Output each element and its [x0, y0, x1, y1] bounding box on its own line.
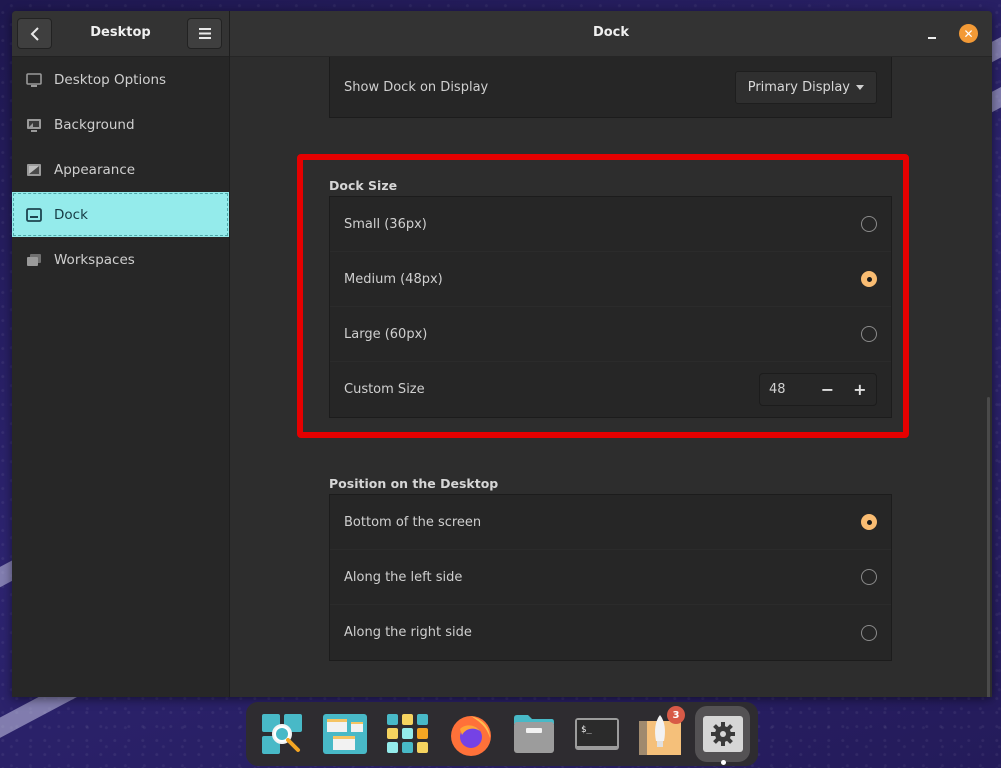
- sidebar-item-appearance[interactable]: Appearance: [12, 147, 229, 192]
- increment-button[interactable]: +: [844, 380, 876, 399]
- caret-down-icon: [856, 84, 864, 90]
- position-left-row[interactable]: Along the left side: [330, 550, 891, 605]
- settings-gear-icon: [702, 716, 743, 752]
- custom-size-row: Custom Size 48 − +: [330, 362, 891, 417]
- header-bar: Dock ✕: [230, 11, 992, 57]
- decrement-button[interactable]: −: [811, 380, 843, 399]
- position-bottom-radio[interactable]: [861, 514, 877, 530]
- display-row: Show Dock on Display Primary Display: [330, 57, 891, 117]
- settings-content: Show Dock on Display Primary Display Doc…: [230, 57, 992, 697]
- menu-button[interactable]: [187, 18, 222, 49]
- position-card: Bottom of the screen Along the left side…: [329, 494, 892, 661]
- position-left-radio[interactable]: [861, 569, 877, 585]
- option-label: Along the left side: [344, 569, 463, 585]
- sidebar-item-background[interactable]: Background: [12, 102, 229, 147]
- position-bottom-row[interactable]: Bottom of the screen: [330, 495, 891, 550]
- dock-app-search[interactable]: [254, 706, 309, 762]
- dock-app-settings[interactable]: [695, 706, 750, 765]
- sidebar-item-label: Dock: [54, 206, 88, 223]
- terminal-icon: $_: [574, 718, 619, 750]
- sidebar-item-label: Workspaces: [54, 251, 135, 268]
- workspaces-overview-icon: [322, 714, 367, 754]
- option-label: Along the right side: [344, 625, 472, 640]
- close-button[interactable]: ✕: [959, 24, 978, 43]
- custom-size-stepper: 48 − +: [759, 373, 877, 406]
- display-label: Show Dock on Display: [344, 79, 489, 95]
- option-label: Bottom of the screen: [344, 514, 482, 530]
- sidebar-item-label: Background: [54, 116, 135, 133]
- dock-size-medium-row[interactable]: Medium (48px): [330, 252, 891, 307]
- dock-size-medium-radio[interactable]: [861, 271, 877, 287]
- notification-badge: 3: [667, 706, 685, 724]
- dock-app-firefox[interactable]: [443, 706, 498, 762]
- sidebar: Desktop Desktop Options Background Appea…: [12, 11, 230, 697]
- dock-size-large-radio[interactable]: [861, 326, 877, 342]
- monitor-icon: [26, 72, 42, 87]
- firefox-icon: [450, 716, 491, 756]
- dock-bar: $_ 3: [246, 702, 758, 766]
- wallpaper-icon: [27, 118, 41, 132]
- position-title: Position on the Desktop: [329, 476, 499, 491]
- running-indicator: [720, 760, 726, 765]
- dock-app-terminal[interactable]: $_: [569, 706, 624, 762]
- custom-size-label: Custom Size: [344, 382, 425, 397]
- display-card: Show Dock on Display Primary Display: [329, 57, 892, 118]
- sidebar-item-label: Appearance: [54, 161, 136, 178]
- dock-size-card: Small (36px) Medium (48px) Large (60px) …: [329, 196, 892, 418]
- terminal-prompt-text: $_: [581, 725, 592, 735]
- sidebar-nav: Desktop Options Background Appearance Do…: [12, 57, 229, 282]
- hamburger-menu-icon: [198, 28, 211, 39]
- dock-app-workspaces[interactable]: [317, 706, 372, 762]
- display-dropdown[interactable]: Primary Display: [734, 70, 877, 104]
- dock-size-small-row[interactable]: Small (36px): [330, 197, 891, 252]
- position-right-row[interactable]: Along the right side: [330, 605, 891, 660]
- dock-size-title: Dock Size: [329, 178, 398, 193]
- minimize-icon[interactable]: [928, 37, 936, 39]
- scrollbar[interactable]: [987, 397, 990, 697]
- dock-app-pop-shop[interactable]: 3: [632, 706, 687, 762]
- dock-size-small-radio[interactable]: [861, 216, 877, 232]
- sidebar-item-label: Desktop Options: [54, 71, 167, 88]
- sidebar-item-desktop-options[interactable]: Desktop Options: [12, 57, 229, 102]
- dock-app-applications[interactable]: [380, 706, 435, 762]
- main-panel: Dock ✕ Show Dock on Display Primary Disp…: [230, 11, 992, 697]
- settings-window: Desktop Desktop Options Background Appea…: [12, 11, 992, 697]
- workspaces-icon: [27, 253, 41, 266]
- option-label: Large (60px): [344, 326, 428, 342]
- display-dropdown-value: Primary Display: [747, 79, 850, 95]
- dock-size-large-row[interactable]: Large (60px): [330, 307, 891, 362]
- option-label: Medium (48px): [344, 271, 443, 287]
- app-grid-icon: [386, 714, 428, 753]
- sidebar-item-workspaces[interactable]: Workspaces: [12, 237, 229, 282]
- dock-icon: [26, 207, 42, 222]
- page-title: Dock: [592, 25, 630, 40]
- appearance-icon: [27, 163, 41, 176]
- close-icon: ✕: [963, 26, 974, 41]
- option-label: Small (36px): [344, 216, 427, 232]
- custom-size-input[interactable]: 48: [760, 382, 811, 397]
- launcher-search-icon: [261, 714, 302, 754]
- files-folder-icon: [513, 715, 554, 753]
- position-right-radio[interactable]: [861, 624, 877, 641]
- dock-app-files[interactable]: [506, 706, 561, 762]
- sidebar-item-dock[interactable]: Dock: [12, 192, 229, 237]
- sidebar-header: Desktop: [12, 11, 229, 57]
